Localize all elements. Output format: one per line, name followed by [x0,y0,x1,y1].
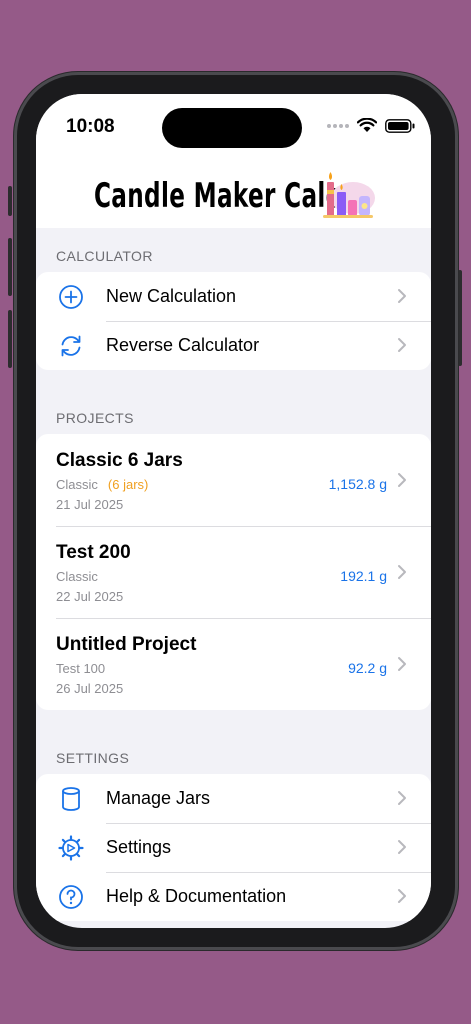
chevron-right-icon [398,338,406,352]
app-title: Candle Maker Calc [94,176,340,216]
section-header-settings: SETTINGS [56,750,130,766]
project-row[interactable]: Untitled Project Test 100 26 Jul 2025 92… [36,618,431,710]
project-type: Classic (6 jars) [56,477,148,492]
new-calculation-button[interactable]: New Calculation [36,272,431,321]
project-weight: 1,152.8 g [328,476,387,492]
status-icons [327,118,415,133]
new-calculation-label: New Calculation [106,286,237,306]
project-name: Test 200 [56,542,131,563]
cellular-signal-icon [327,123,349,128]
section-header-calculator: CALCULATOR [56,248,153,264]
settings-button[interactable]: Settings [36,823,431,872]
reverse-calculator-button[interactable]: Reverse Calculator [36,321,431,370]
chevron-right-icon [398,791,406,805]
project-name: Untitled Project [56,634,197,655]
app-screen: 10:08 Candle Maker Calc CALCULATOR New C… [36,94,431,928]
chevron-right-icon [398,657,406,671]
chevron-right-icon [398,289,406,303]
project-type-label: Classic [56,477,98,492]
project-date: 26 Jul 2025 [56,681,124,696]
status-time: 10:08 [66,116,115,137]
project-row[interactable]: Classic 6 Jars Classic (6 jars) 21 Jul 20… [36,434,431,526]
candles-logo-icon [323,172,375,218]
projects-card: Classic 6 Jars Classic (6 jars) 21 Jul 20… [36,434,431,710]
gear-icon [58,835,84,861]
dynamic-island [162,108,302,148]
project-type: Test 100 [56,661,106,676]
power-button [458,270,462,366]
project-weight: 92.2 g [348,660,387,676]
help-documentation-button[interactable]: Help & Documentation [36,872,431,921]
manage-jars-button[interactable]: Manage Jars [36,774,431,823]
calculator-card: New Calculation Reverse Calculator [36,272,431,370]
project-date: 22 Jul 2025 [56,589,124,604]
settings-card: Manage Jars Settings Help & Documentatio… [36,774,431,921]
reverse-calculator-label: Reverse Calculator [106,335,260,355]
refresh-icon [61,335,81,357]
section-header-projects: PROJECTS [56,410,134,426]
chevron-right-icon [398,473,406,487]
settings-label: Settings [106,837,172,857]
project-type: Classic [56,569,98,584]
chevron-right-icon [398,565,406,579]
volume-up-button [8,238,12,296]
question-circle-icon [59,885,83,909]
jar-icon [62,787,80,811]
volume-down-button [8,310,12,368]
silent-switch [8,186,12,216]
manage-jars-label: Manage Jars [106,788,211,808]
project-name: Classic 6 Jars [56,450,183,471]
chevron-right-icon [398,840,406,854]
project-row[interactable]: Test 200 Classic 22 Jul 2025 192.1 g [36,526,431,618]
project-date: 21 Jul 2025 [56,497,124,512]
chevron-right-icon [398,889,406,903]
help-documentation-label: Help & Documentation [106,886,287,906]
jar-count-badge: (6 jars) [107,477,149,492]
plus-circle-icon [59,285,83,309]
battery-icon [385,118,415,133]
wifi-icon [357,118,377,132]
project-weight: 192.1 g [340,568,387,584]
